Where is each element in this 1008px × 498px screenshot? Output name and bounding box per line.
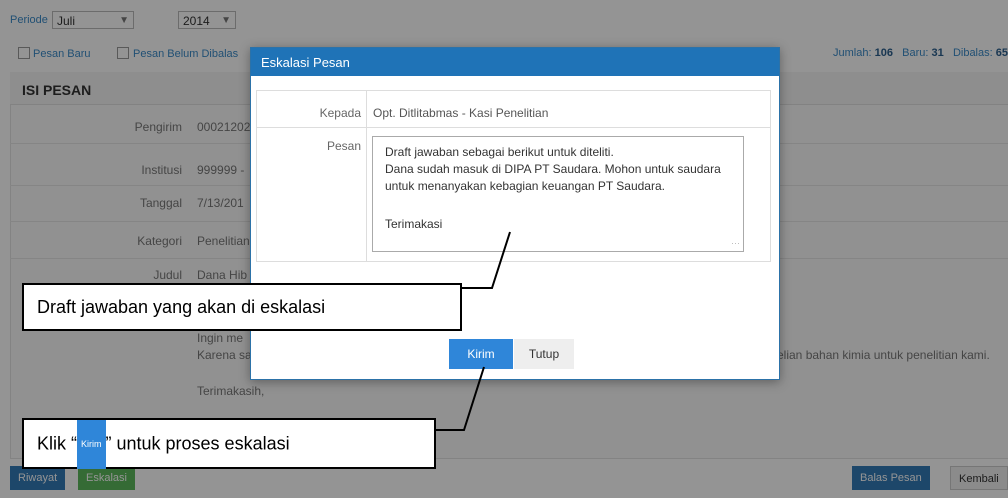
- callout-klik-prefix: Klik “: [37, 433, 77, 454]
- callout-klik-kirim: Klik “Kirim” untuk proses eskalasi: [22, 418, 436, 469]
- callout-draft: Draft jawaban yang akan di eskalasi: [22, 283, 462, 331]
- callout-draft-text: Draft jawaban yang akan di eskalasi: [37, 297, 326, 317]
- kirim-leader-line: [434, 366, 485, 431]
- callout-kirim-button-image: Kirim: [77, 420, 106, 469]
- draft-leader-line: [460, 231, 511, 289]
- callout-klik-suffix: ” untuk proses eskalasi: [105, 433, 290, 454]
